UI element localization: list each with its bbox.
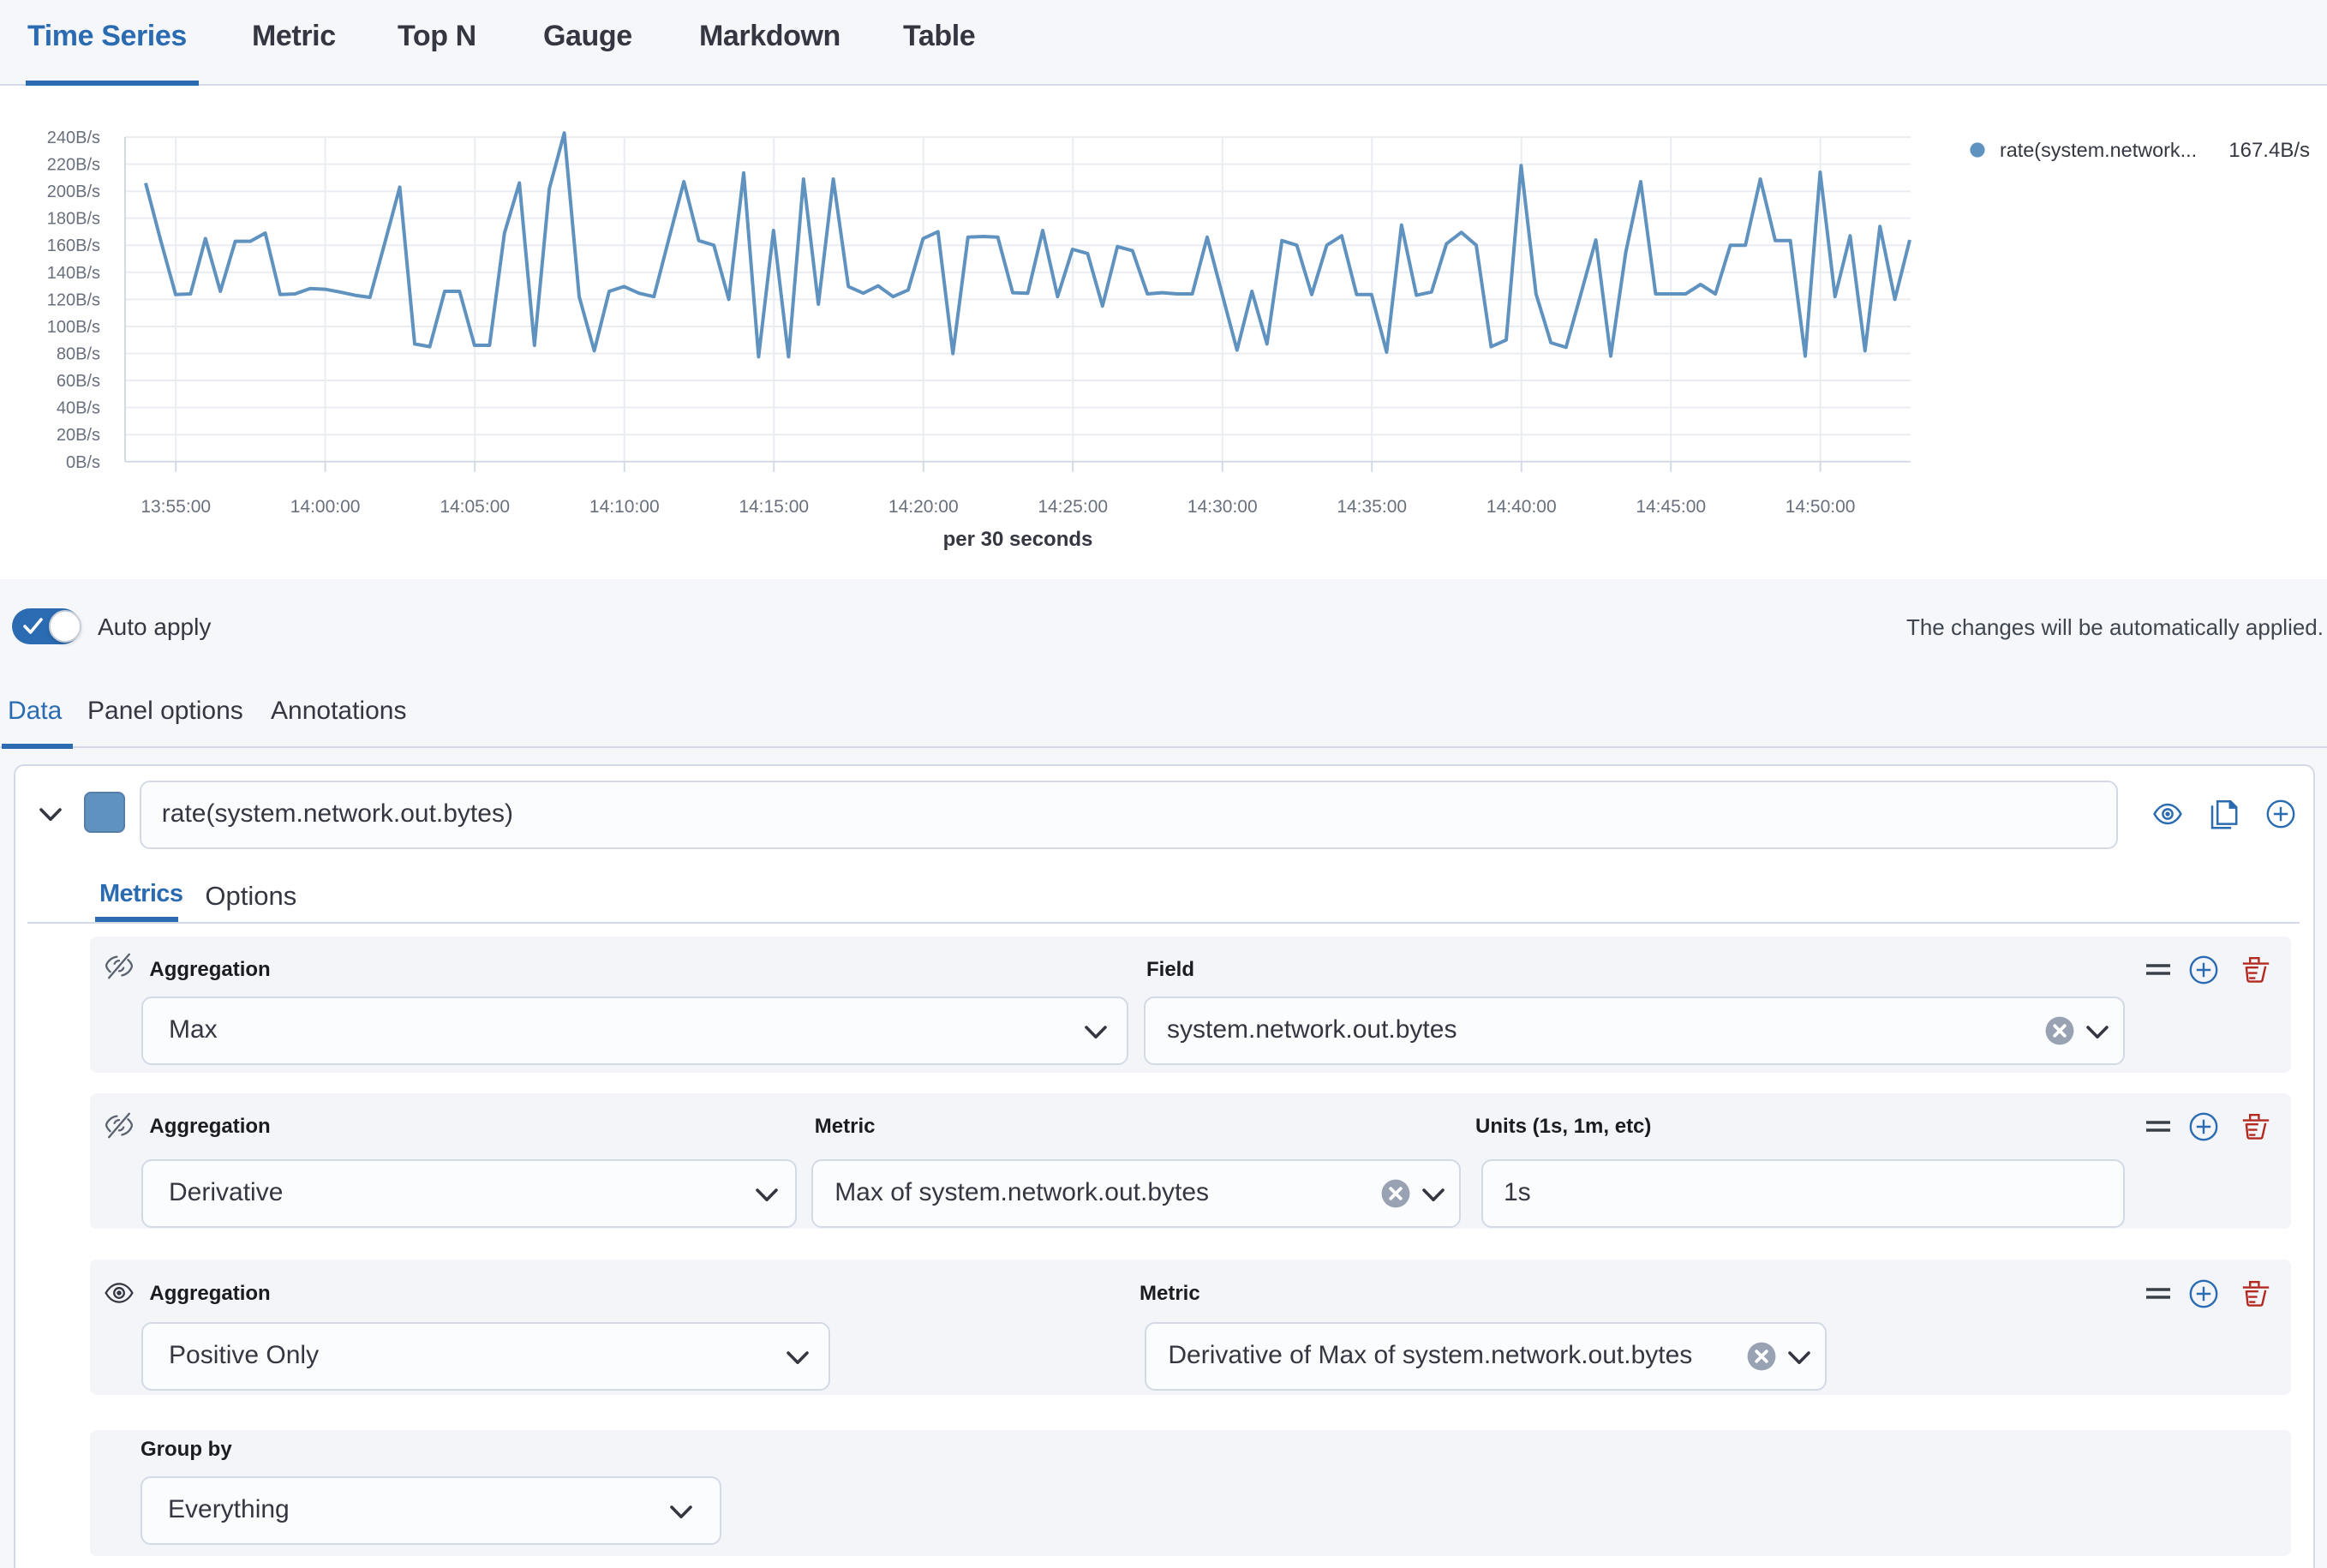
svg-text:14:20:00: 14:20:00	[888, 497, 959, 517]
svg-text:14:15:00: 14:15:00	[739, 497, 809, 517]
svg-text:0B/s: 0B/s	[66, 453, 100, 472]
svg-text:per 30 seconds: per 30 seconds	[943, 528, 1093, 551]
svg-text:rate(system.network...: rate(system.network...	[2000, 139, 2197, 161]
svg-text:14:00:00: 14:00:00	[290, 497, 361, 517]
svg-text:14:35:00: 14:35:00	[1337, 497, 1407, 517]
svg-text:40B/s: 40B/s	[57, 399, 100, 418]
svg-text:160B/s: 160B/s	[47, 236, 100, 255]
svg-text:60B/s: 60B/s	[57, 372, 100, 391]
svg-text:140B/s: 140B/s	[47, 264, 100, 283]
svg-text:167.4B/s: 167.4B/s	[2228, 139, 2310, 162]
svg-text:180B/s: 180B/s	[47, 210, 100, 229]
svg-text:120B/s: 120B/s	[47, 290, 100, 309]
svg-text:14:50:00: 14:50:00	[1786, 497, 1856, 517]
svg-text:14:30:00: 14:30:00	[1187, 497, 1258, 517]
svg-text:80B/s: 80B/s	[57, 345, 100, 364]
svg-text:14:40:00: 14:40:00	[1487, 497, 1557, 517]
svg-text:14:05:00: 14:05:00	[440, 497, 510, 517]
svg-text:20B/s: 20B/s	[57, 426, 100, 445]
svg-text:13:55:00: 13:55:00	[141, 497, 211, 517]
svg-text:200B/s: 200B/s	[47, 183, 100, 201]
svg-text:100B/s: 100B/s	[47, 318, 100, 337]
svg-text:14:45:00: 14:45:00	[1636, 497, 1706, 517]
svg-text:220B/s: 220B/s	[47, 156, 100, 175]
svg-text:14:25:00: 14:25:00	[1038, 497, 1108, 517]
svg-text:240B/s: 240B/s	[47, 129, 100, 147]
svg-text:14:10:00: 14:10:00	[589, 497, 660, 517]
